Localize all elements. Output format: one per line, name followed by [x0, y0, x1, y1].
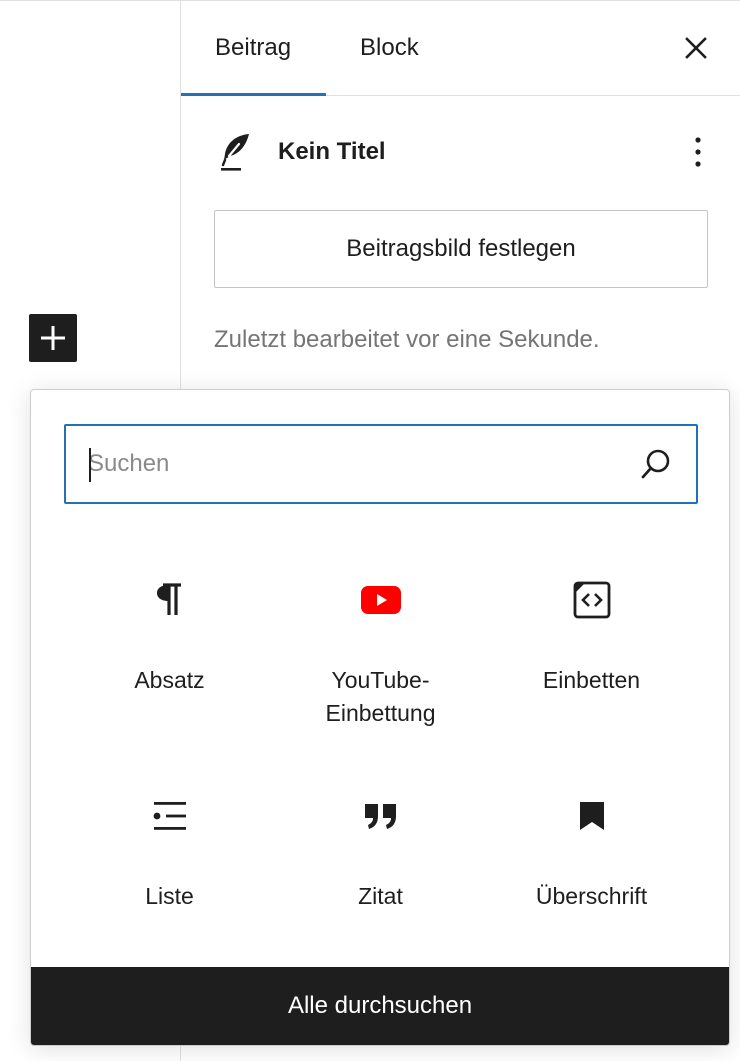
block-label: YouTube-Einbettung — [325, 667, 436, 726]
browse-all-button[interactable]: Alle durchsuchen — [31, 967, 729, 1045]
block-item-liste[interactable]: Liste — [64, 792, 275, 913]
close-sidebar-button[interactable] — [680, 32, 712, 64]
block-icon-wrap — [568, 792, 616, 840]
block-icon-wrap — [357, 792, 405, 840]
block-label: Zitat — [358, 883, 403, 909]
block-label: Einbetten — [542, 667, 641, 693]
paragraph-icon — [156, 583, 181, 615]
list-icon — [153, 802, 186, 830]
block-item-zitat[interactable]: Zitat — [275, 792, 486, 913]
block-label: Liste — [145, 883, 194, 909]
feather-icon — [221, 134, 249, 171]
last-edited-text: Zuletzt bearbeitet vor eine Sekunde. — [214, 326, 600, 353]
search-icon — [641, 449, 670, 479]
text-caret — [89, 448, 91, 482]
block-item-ueberschrift[interactable]: Überschrift — [486, 792, 697, 913]
block-label: Überschrift — [535, 883, 648, 909]
block-search-input[interactable] — [66, 426, 626, 502]
tab-beitrag[interactable]: Beitrag — [215, 1, 291, 95]
block-icon-wrap — [357, 576, 405, 624]
block-icon-wrap — [146, 576, 194, 624]
post-options-button[interactable] — [688, 132, 708, 172]
bookmark-icon — [579, 802, 604, 830]
block-item-absatz[interactable]: Absatz — [64, 576, 275, 697]
plus-icon — [41, 326, 65, 350]
close-icon — [685, 37, 707, 59]
block-item-einbetten[interactable]: Einbetten — [486, 576, 697, 697]
set-featured-image-button[interactable]: Beitragsbild festlegen — [214, 210, 708, 288]
block-search — [64, 424, 698, 504]
editor-page: Beitrag Block Kein Titel Beitragsbild fe… — [0, 0, 740, 1061]
block-item-youtube-einbettung[interactable]: YouTube-Einbettung — [275, 576, 486, 730]
sidebar-tabs: Beitrag Block — [181, 1, 740, 96]
more-vertical-icon — [695, 137, 701, 167]
post-title: Kein Titel — [278, 138, 386, 165]
block-inserter-toggle-button[interactable] — [29, 314, 77, 362]
post-summary: Kein Titel — [181, 96, 740, 216]
block-label: Absatz — [134, 667, 205, 693]
block-inserter-popover: Absatz YouTube-Einbettung — [30, 389, 730, 1046]
tab-beitrag-label: Beitrag — [215, 34, 292, 61]
youtube-icon — [360, 586, 401, 614]
tab-block[interactable]: Block — [360, 1, 419, 95]
set-featured-image-label: Beitragsbild festlegen — [346, 235, 576, 262]
quote-icon — [364, 804, 396, 829]
block-icon-wrap — [146, 792, 194, 840]
embed-icon — [573, 581, 610, 619]
block-icon-wrap — [568, 576, 616, 624]
browse-all-label: Alle durchsuchen — [287, 992, 473, 1019]
tab-block-label: Block — [360, 34, 419, 61]
